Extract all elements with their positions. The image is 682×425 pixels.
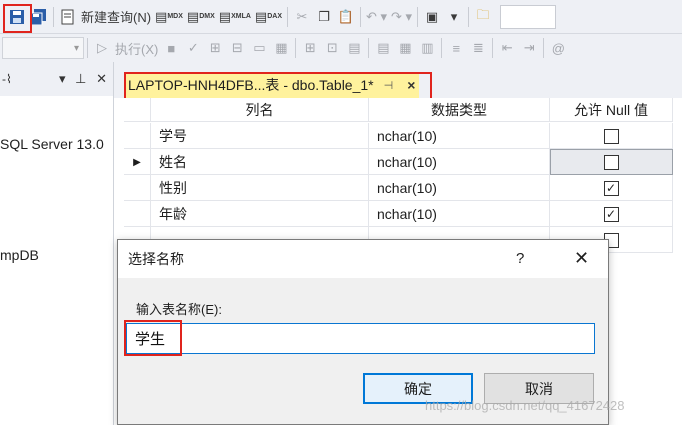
database-node[interactable]: mpDB (0, 247, 39, 263)
table-name-label: 输入表名称(E): (136, 302, 222, 317)
column-name-header: 列名 (151, 98, 369, 122)
toolbar-separator (286, 6, 288, 27)
object-explorer-header: -⌇ ▾ ⊥ ✕ (0, 62, 113, 96)
dmx-query-icon[interactable]: ▤ DMX (185, 4, 217, 30)
specify-template-values-icon[interactable]: @ (547, 35, 569, 61)
cut-icon[interactable]: ✂ (291, 4, 313, 30)
dialog-title: 选择名称 (128, 251, 184, 267)
intellisense-icon[interactable]: ▭ (248, 35, 270, 61)
row-selector-header (124, 98, 151, 122)
help-icon[interactable]: ? (516, 250, 524, 267)
toolbar-separator (468, 6, 470, 27)
redo-icon[interactable]: ↷ ▾ (389, 4, 414, 30)
execute-button[interactable]: 执行(X) (113, 35, 160, 61)
panel-close-icon[interactable]: ✕ (96, 71, 107, 86)
tab-highlight-box (124, 72, 432, 100)
dialog-title-bar: 选择名称 ? ✕ (118, 240, 608, 278)
decrease-indent-icon[interactable]: ⇤ (496, 35, 518, 61)
database-dropdown[interactable]: ▾ (2, 37, 84, 59)
comment-icon[interactable]: ≡ (445, 35, 467, 61)
allow-null-cell: ✓ (550, 201, 673, 227)
table-row[interactable]: ▶ 姓名 nchar(10) (124, 149, 673, 175)
mdx-query-icon[interactable]: ▤ MDX (153, 4, 185, 30)
toolbar-separator (492, 38, 494, 58)
toolbar-separator (368, 38, 370, 58)
grid-header-row: 列名 数据类型 允许 Null 值 (124, 98, 673, 122)
increase-indent-icon[interactable]: ⇥ (518, 35, 540, 61)
allow-null-checkbox[interactable] (603, 128, 619, 144)
row-selector[interactable] (124, 201, 151, 227)
column-name-cell[interactable]: 学号 (151, 123, 369, 149)
table-row[interactable]: 年龄 nchar(10) ✓ (124, 201, 673, 227)
watermark-text: https://blog.csdn.net/qq_41672428 (425, 398, 625, 413)
standard-toolbar: 新建查询(N) ▤ MDX ▤ DMX ▤ XMLA ▤ DAX ✂ ❐ 📋 ↶ ▾ ↷… (0, 0, 682, 34)
xmla-query-icon[interactable]: ▤ XMLA (217, 4, 253, 30)
toolbar-search-box[interactable] (500, 4, 557, 29)
column-name-cell[interactable]: 性别 (151, 175, 369, 201)
panel-menu-icon[interactable]: ▾ (59, 71, 66, 86)
row-selector[interactable] (124, 175, 151, 201)
toolbar-separator (543, 38, 545, 58)
parse-icon[interactable]: ✓ (182, 35, 204, 61)
column-name-cell[interactable]: 年龄 (151, 201, 369, 227)
execute-icon[interactable]: ▷ (91, 35, 113, 61)
object-explorer-panel: -⌇ ▾ ⊥ ✕ SQL Server 13.0 mpDB (0, 62, 114, 425)
new-query-icon[interactable] (57, 4, 79, 30)
table-name-input[interactable] (126, 323, 595, 354)
allow-null-checkbox[interactable]: ✓ (603, 206, 619, 222)
allow-null-checkbox[interactable] (604, 154, 619, 170)
copy-icon[interactable]: ❐ (313, 4, 335, 30)
sql-editor-toolbar: ▾ ▷ 执行(X) ■ ✓ ⊞ ⊟ ▭ ▦ ⊞ ⊡ ▤ ▤ ▦ ▥ ≡ ≣ ⇤ … (0, 34, 682, 62)
toolbar-separator (441, 38, 443, 58)
close-icon[interactable]: ✕ (574, 248, 589, 269)
results-to-grid-icon[interactable]: ▦ (394, 35, 416, 61)
table-designer-grid: 列名 数据类型 允许 Null 值 学号 nchar(10) ▶ 姓名 nchar(10… (124, 98, 673, 258)
save-highlight-box (3, 4, 32, 33)
row-selector[interactable]: ▶ (124, 149, 151, 175)
server-node[interactable]: SQL Server 13.0 (0, 136, 104, 152)
client-stats-icon[interactable]: ▤ (343, 35, 365, 61)
open-folder-icon[interactable]: 🗀 (472, 4, 494, 30)
results-to-file-icon[interactable]: ▥ (416, 35, 438, 61)
allow-null-cell: ✓ (550, 175, 673, 201)
data-type-cell[interactable]: nchar(10) (369, 175, 550, 201)
data-type-cell[interactable]: nchar(10) (369, 201, 550, 227)
uncomment-icon[interactable]: ≣ (467, 35, 489, 61)
allow-null-header: 允许 Null 值 (550, 98, 673, 122)
estimated-plan-icon[interactable]: ⊞ (204, 35, 226, 61)
toolbar-separator (295, 38, 297, 58)
panel-pin-icon[interactable]: ⊥ (75, 71, 86, 86)
undo-icon[interactable]: ↶ ▾ (364, 4, 389, 30)
activity-monitor-icon[interactable]: ▣ (421, 4, 443, 30)
toolbar-separator (87, 38, 88, 58)
connect-icon[interactable]: -⌇ (2, 72, 12, 86)
data-type-cell[interactable]: nchar(10) (369, 149, 550, 175)
live-stats-icon[interactable]: ⊡ (321, 35, 343, 61)
toolbar-separator (53, 6, 54, 27)
toolbar-separator (359, 6, 361, 27)
data-type-cell[interactable]: nchar(10) (369, 123, 550, 149)
results-to-text-icon[interactable]: ▤ (372, 35, 394, 61)
new-query-button[interactable]: 新建查询(N) (79, 4, 153, 30)
allow-null-cell (550, 149, 673, 175)
data-type-header: 数据类型 (369, 98, 550, 122)
allow-null-checkbox[interactable]: ✓ (603, 180, 619, 196)
allow-null-cell (550, 123, 673, 149)
toolbar-dropdown-icon[interactable]: ▾ (443, 4, 465, 30)
stop-icon[interactable]: ■ (160, 35, 182, 61)
include-plan-icon[interactable]: ⊞ (299, 35, 321, 61)
paste-icon[interactable]: 📋 (335, 4, 357, 30)
row-selector[interactable] (124, 123, 151, 149)
input-highlight-box (124, 320, 182, 356)
toolbar-separator (417, 6, 419, 27)
column-name-cell[interactable]: 姓名 (151, 149, 369, 175)
dax-query-icon[interactable]: ▤ DAX (253, 4, 284, 30)
table-row[interactable]: 性别 nchar(10) ✓ (124, 175, 673, 201)
table-row[interactable]: 学号 nchar(10) (124, 123, 673, 149)
query-options-icon[interactable]: ⊟ (226, 35, 248, 61)
results-icon[interactable]: ▦ (270, 35, 292, 61)
